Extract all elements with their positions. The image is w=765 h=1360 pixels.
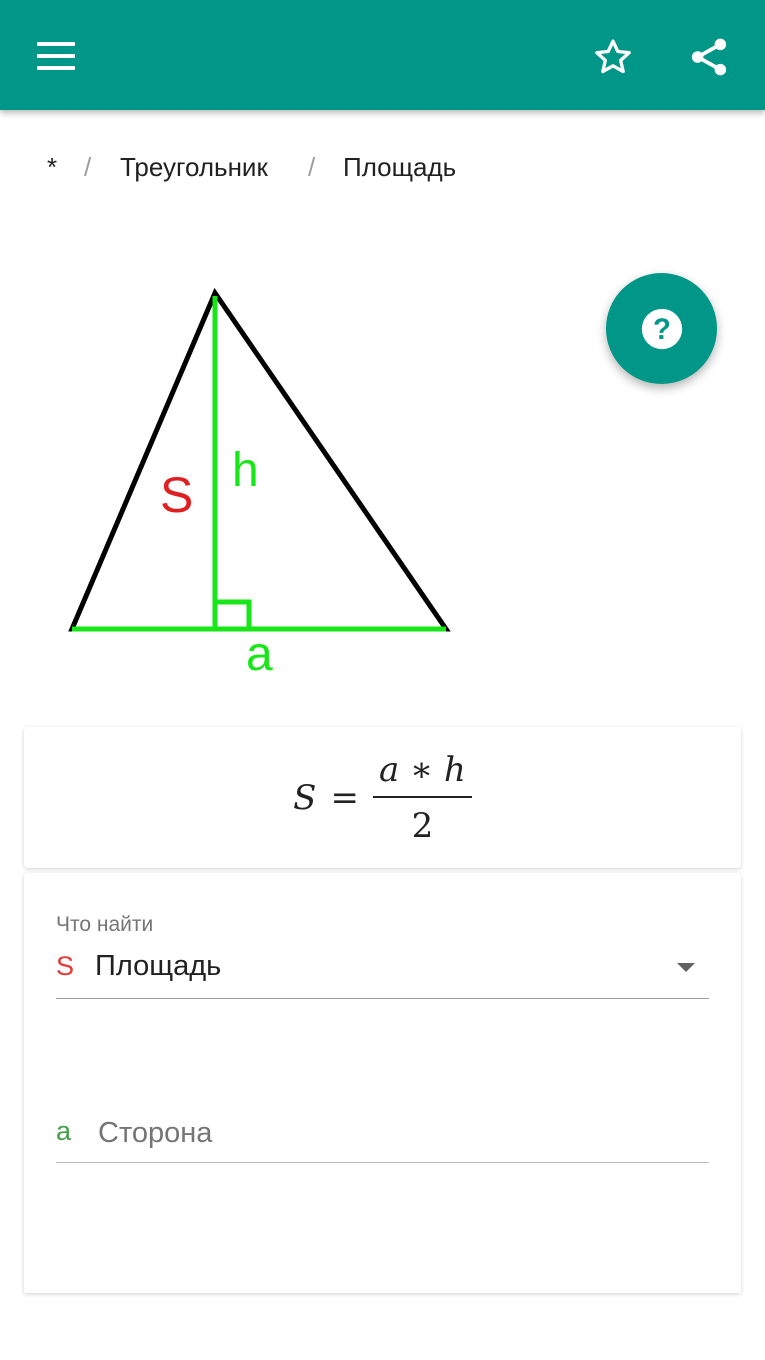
star-outline-icon [595,39,631,74]
right-angle-mark [215,599,252,629]
chevron-down-icon [677,963,695,972]
side-symbol: a [56,1116,72,1146]
help-button[interactable]: ? [606,273,717,384]
find-symbol: S [56,951,75,981]
help-circle-icon: ? [641,308,682,349]
svg-text:?: ? [653,313,671,346]
side-input[interactable] [98,1107,698,1159]
calculator-form: Что найти S Площадь a [24,873,741,1293]
area-formula: S = a ∗ h 2 [24,727,741,868]
app-bar [0,0,765,110]
formula-numerator: a ∗ h [372,750,472,798]
formula-lhs: S [293,777,317,818]
area-label: S [160,467,193,523]
find-value: Площадь [95,950,222,982]
formula-denominator: 2 [411,805,434,846]
formula-equals: = [330,777,359,818]
side-field: a [56,1107,709,1163]
formula-fraction: a ∗ h 2 [372,750,472,846]
breadcrumb-root[interactable]: * [47,152,57,183]
height-label: h [232,444,259,497]
find-label: Что найти [56,913,154,936]
triangle-outline [68,287,451,632]
breadcrumb-separator: / [308,152,316,182]
breadcrumb-current-page: Площадь [343,152,457,182]
menu-button[interactable] [26,30,86,82]
breadcrumb: * / Треугольник / Площадь [0,146,765,190]
menu-icon [37,42,75,70]
share-icon [691,38,727,76]
share-button[interactable] [680,28,738,86]
breadcrumb-separator: / [84,152,92,182]
breadcrumb-section[interactable]: Треугольник [120,152,268,183]
triangle-figure: S h a [68,287,451,681]
base-label: a [246,628,273,681]
find-select[interactable]: S Площадь [56,943,709,999]
formula-card: S = a ∗ h 2 [24,727,741,868]
favorite-button[interactable] [584,28,642,86]
